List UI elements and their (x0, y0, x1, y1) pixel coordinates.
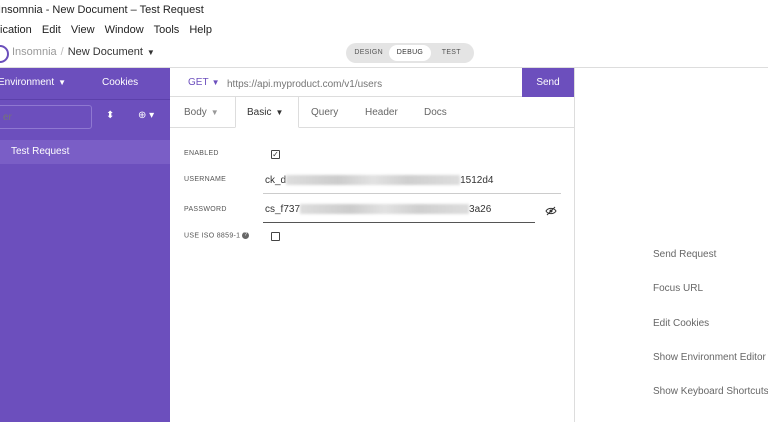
shortcut-send-request: Send Request (653, 249, 717, 260)
menu-application[interactable]: ication (0, 24, 32, 36)
redacted-region (300, 204, 470, 215)
chevron-down-icon: ▼ (58, 78, 67, 87)
shortcut-edit-cookies: Edit Cookies (653, 318, 710, 329)
sidebar-top: Environment ▼ Cookies (0, 68, 170, 100)
sidebar: Environment▼ Cookies ⬍ ⊕ ▾ Test Request (0, 68, 170, 422)
sort-icon[interactable]: ⬍ (106, 110, 114, 121)
shortcut-focus-url: Focus URL (653, 283, 704, 294)
mode-design[interactable]: DESIGN (348, 45, 389, 61)
tab-docs[interactable]: Docs (424, 107, 447, 118)
username-prefix: ck_d (265, 175, 287, 186)
insomnia-logo-icon (0, 45, 9, 63)
shortcut-keyboard-shortcuts: Show Keyboard Shortcuts (653, 386, 768, 397)
menu-window[interactable]: Window (105, 24, 144, 36)
username-label: USERNAME (184, 176, 227, 183)
method-label: GET (188, 77, 209, 88)
send-button[interactable]: Send (522, 68, 574, 97)
shortcut-environment-editor: Show Environment Editor (653, 352, 766, 363)
username-suffix: 1512d4 (460, 175, 494, 186)
enabled-label: ENABLED (184, 150, 219, 157)
menu-bar: ication Edit View Window Tools Help (0, 20, 768, 40)
password-suffix: 3a26 (469, 204, 492, 215)
password-field[interactable]: cs_f737 3a26 (263, 197, 535, 223)
request-name: Test Request (11, 146, 70, 157)
tab-basic-label: Basic (247, 107, 272, 118)
tab-query[interactable]: Query (311, 107, 338, 118)
enabled-checkbox[interactable]: ✓ (271, 150, 280, 159)
mode-test[interactable]: TEST (431, 45, 472, 61)
chevron-down-icon: ▼ (211, 78, 220, 87)
app-header: Insomnia / New Document ▼ DESIGN DEBUG TEST (0, 40, 768, 68)
chevron-down-icon: ▼ (275, 108, 284, 117)
auth-form: ENABLED ✓ USERNAME ck_d 1512d4 PASSWORD c… (170, 128, 574, 422)
menu-tools[interactable]: Tools (154, 24, 180, 36)
username-field[interactable]: ck_d 1512d4 (263, 168, 561, 194)
iso-label-text: USE ISO 8859-1 (184, 232, 241, 240)
tab-header[interactable]: Header (365, 107, 398, 118)
tab-body-label: Body (184, 107, 207, 118)
tab-auth-basic[interactable]: Basic ▼ (247, 107, 283, 118)
tab-body[interactable]: Body ▼ (184, 107, 219, 118)
password-prefix: cs_f737 (265, 204, 301, 215)
window-title: Insomnia - New Document – Test Request (0, 0, 768, 20)
environment-dropdown[interactable]: Environment ▼ (0, 77, 66, 88)
url-input[interactable] (227, 76, 517, 92)
method-dropdown[interactable]: GET ▼ (188, 77, 219, 88)
environment-label: Environment (0, 77, 55, 88)
pane-divider[interactable] (574, 68, 575, 422)
breadcrumb-separator: / (60, 46, 64, 58)
breadcrumb: Insomnia / New Document ▼ (12, 46, 155, 58)
help-icon[interactable]: ? (242, 232, 250, 239)
breadcrumb-document[interactable]: New Document (68, 46, 143, 58)
chevron-down-icon[interactable]: ▼ (147, 48, 155, 57)
mode-switcher: DESIGN DEBUG TEST (346, 43, 474, 63)
add-request-icon[interactable]: ⊕ ▾ (138, 110, 154, 121)
password-label: PASSWORD (184, 206, 227, 213)
menu-view[interactable]: View (71, 24, 95, 36)
request-tabs: Body ▼ Basic ▼ Query Header Docs (170, 97, 574, 128)
menu-edit[interactable]: Edit (42, 24, 61, 36)
iso-label: USE ISO 8859-1? (184, 232, 250, 240)
url-bar: GET▼ Send (170, 68, 574, 97)
filter-input[interactable] (0, 105, 92, 129)
eye-slash-icon[interactable] (545, 206, 557, 216)
mode-debug[interactable]: DEBUG (389, 45, 431, 61)
menu-help[interactable]: Help (189, 24, 212, 36)
redacted-region (286, 175, 461, 186)
chevron-down-icon: ▼ (210, 108, 219, 117)
sidebar-item-test-request[interactable]: Test Request (0, 140, 170, 164)
iso-checkbox[interactable] (271, 232, 280, 241)
breadcrumb-workspace[interactable]: Insomnia (12, 46, 57, 58)
window-title-text: Insomnia - New Document – Test Request (0, 4, 204, 16)
cookies-button[interactable]: Cookies (102, 77, 138, 88)
